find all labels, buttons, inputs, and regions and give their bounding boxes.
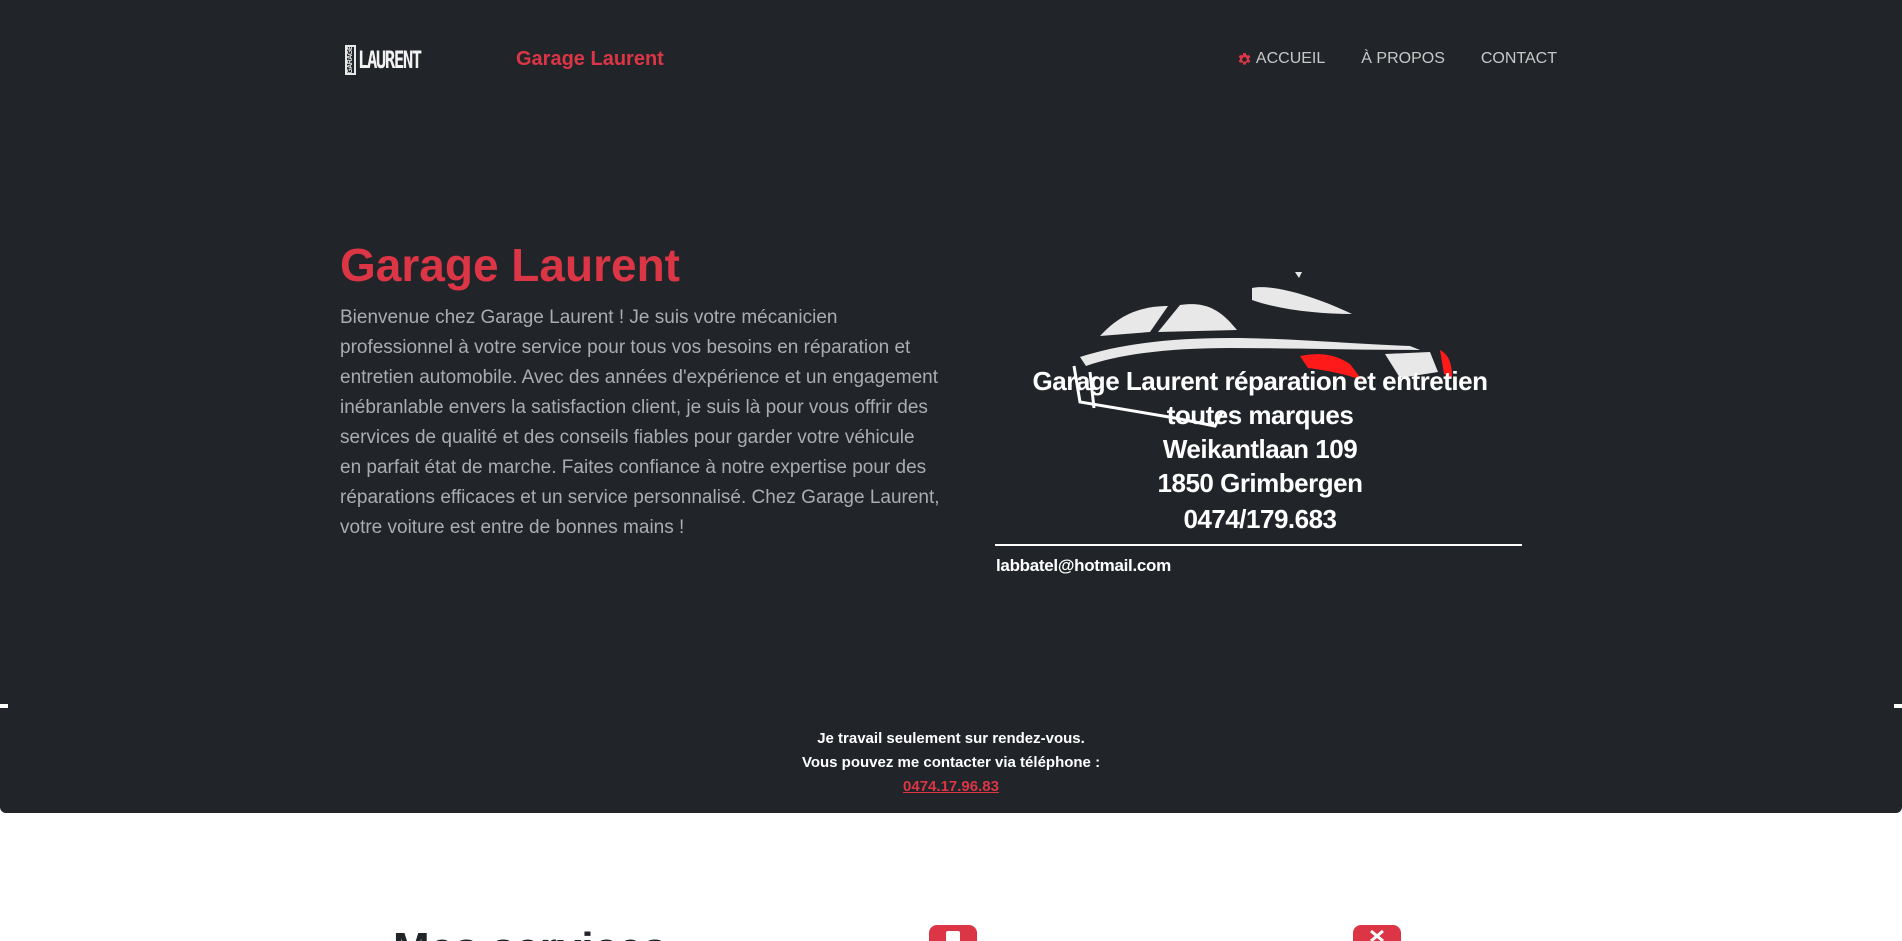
- feature-icon-2: [1353, 925, 1401, 941]
- band-edge-right: [1894, 704, 1902, 708]
- logo-badge: GARAGE: [345, 45, 356, 75]
- collection-icon: [946, 931, 960, 941]
- logo-wordmark: LAURENT: [358, 46, 422, 74]
- wrench-icon: [1370, 929, 1384, 941]
- nav-link-accueil[interactable]: ACCUEIL: [1237, 50, 1325, 68]
- card-line-2: toutes marques: [1166, 400, 1354, 430]
- site-logo[interactable]: GARAGE LAURENT: [345, 44, 437, 76]
- main-nav: ACCUEIL À PROPOS CONTACT: [1201, 50, 1557, 68]
- hero-description: Bienvenue chez Garage Laurent ! Je suis …: [340, 307, 940, 538]
- band-edge-left: [0, 704, 8, 708]
- hero-section: [0, 0, 1902, 813]
- card-line-1: Garage Laurent réparation et entretien: [1032, 366, 1488, 396]
- navbar-brand[interactable]: Garage Laurent: [516, 48, 664, 71]
- business-card-image: Garage Laurent réparation et entretien t…: [990, 262, 1530, 592]
- card-divider: [995, 544, 1522, 546]
- notice-line-2: Vous pouvez me contacter via téléphone :: [801, 754, 1101, 771]
- card-line-5: 0474/179.683: [1183, 504, 1337, 534]
- card-line-4: 1850 Grimbergen: [1157, 468, 1363, 498]
- phone-link[interactable]: 0474.17.96.83: [903, 778, 999, 795]
- appointment-notice: Je travail seulement sur rendez-vous. Vo…: [0, 727, 1902, 799]
- hero-title: Garage Laurent: [340, 239, 680, 291]
- card-line-3: Weikantlaan 109: [1162, 434, 1358, 464]
- nav-link-contact[interactable]: CONTACT: [1481, 50, 1557, 68]
- feature-icon-1: [929, 925, 977, 941]
- nav-link-a-propos[interactable]: À PROPOS: [1361, 50, 1445, 68]
- services-section-title: Mes services: [393, 924, 667, 941]
- gear-icon: [1238, 52, 1251, 65]
- card-email: labbatel@hotmail.com: [996, 556, 1171, 575]
- notice-line-1: Je travail seulement sur rendez-vous.: [817, 730, 1085, 747]
